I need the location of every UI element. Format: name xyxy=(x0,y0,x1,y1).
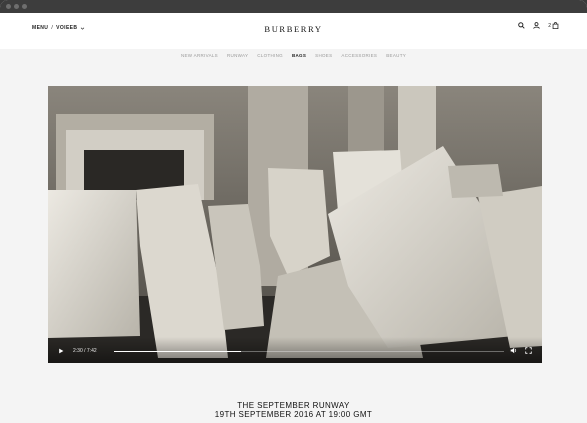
header-icons: 2 xyxy=(518,22,559,29)
nav-item-new-arrivals[interactable]: NEW ARRIVALS xyxy=(181,53,218,58)
window-minimize-dot[interactable] xyxy=(14,4,19,9)
event-title: THE SEPTEMBER RUNWAY xyxy=(237,401,350,410)
browser-window: MENU / VOIEEB BURBERRY 2 NEW ARRIVALS RU… xyxy=(0,0,587,423)
brand-logo[interactable]: BURBERRY xyxy=(0,24,587,34)
video-progress-fill xyxy=(114,351,242,352)
fullscreen-icon[interactable] xyxy=(525,347,532,354)
video-progress-bar[interactable] xyxy=(114,351,504,352)
window-titlebar xyxy=(0,0,587,13)
nav-item-beauty[interactable]: BEAUTY xyxy=(386,53,406,58)
nav-item-shoes[interactable]: SHOES xyxy=(315,53,332,58)
window-close-dot[interactable] xyxy=(6,4,11,9)
video-time: 2:30 / 7:42 xyxy=(73,348,97,354)
nav-item-bags[interactable]: BAGS xyxy=(292,53,306,58)
video-controls: 2:30 / 7:42 xyxy=(48,337,542,363)
volume-icon[interactable] xyxy=(510,347,517,354)
nav-item-accessories[interactable]: ACCESSORIES xyxy=(341,53,377,58)
nav-item-clothing[interactable]: CLOTHING xyxy=(257,53,283,58)
shopping-bag-button[interactable]: 2 xyxy=(548,22,559,29)
window-maximize-dot[interactable] xyxy=(22,4,27,9)
site-header: MENU / VOIEEB BURBERRY 2 NEW ARRIVALS RU… xyxy=(0,13,587,58)
main-nav: NEW ARRIVALS RUNWAY CLOTHING BAGS SHOES … xyxy=(0,53,587,58)
video-player[interactable]: 2:30 / 7:42 xyxy=(48,86,542,363)
search-icon[interactable] xyxy=(518,22,525,29)
event-date: 19TH SEPTEMBER 2016 AT 19:00 GMT xyxy=(214,410,373,419)
video-frame-image xyxy=(48,86,542,363)
shopping-bag-icon[interactable] xyxy=(552,22,559,29)
bag-count: 2 xyxy=(548,22,551,29)
nav-item-runway[interactable]: RUNWAY xyxy=(227,53,248,58)
play-icon[interactable] xyxy=(58,348,64,354)
account-icon[interactable] xyxy=(533,22,540,29)
